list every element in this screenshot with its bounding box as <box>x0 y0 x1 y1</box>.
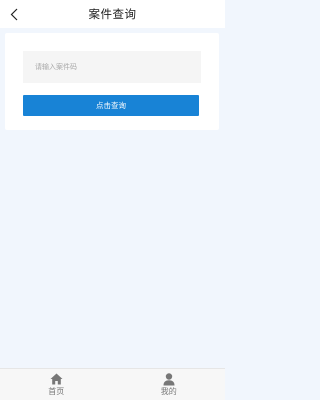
case-code-input[interactable] <box>23 51 201 83</box>
tab-mine[interactable]: 我的 <box>113 369 226 400</box>
tab-mine-label: 我的 <box>160 386 177 396</box>
query-button[interactable]: 点击查询 <box>23 95 199 116</box>
page-title: 案件查询 <box>88 7 137 21</box>
user-icon <box>162 372 176 386</box>
search-card: 点击查询 <box>5 33 219 130</box>
chevron-left-icon <box>10 8 18 20</box>
bottom-tab-bar: 首页 我的 <box>0 368 225 400</box>
tab-home[interactable]: 首页 <box>0 369 113 400</box>
back-button[interactable] <box>7 6 21 22</box>
top-nav-bar: 案件查询 <box>0 0 225 28</box>
tab-home-label: 首页 <box>48 386 65 396</box>
home-icon <box>49 373 63 386</box>
